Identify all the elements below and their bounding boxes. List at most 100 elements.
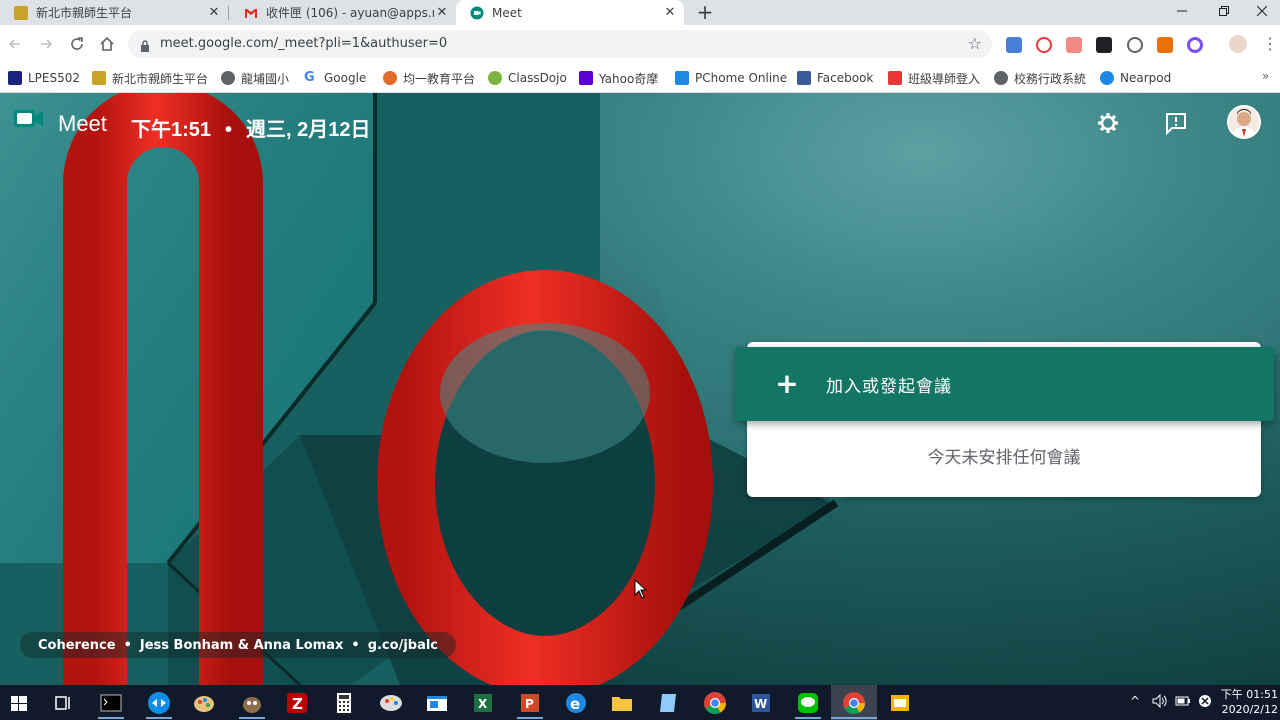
filezilla-icon[interactable]: Z	[284, 690, 310, 716]
terminal-icon[interactable]	[98, 690, 124, 716]
bookmark-label: LPES502	[28, 71, 81, 85]
bookmark-label: 校務行政系統	[1014, 71, 1087, 86]
folder-icon[interactable]	[609, 690, 635, 716]
account-avatar[interactable]	[1227, 105, 1261, 139]
close-tab-icon[interactable]: ✕	[206, 5, 222, 20]
feedback-icon[interactable]	[1162, 109, 1190, 137]
back-button[interactable]	[4, 33, 26, 55]
cast-extension-icon[interactable]	[1066, 37, 1082, 53]
powerpoint-icon[interactable]: P	[517, 690, 543, 716]
yahoo-icon	[579, 71, 593, 85]
translate-extension-icon[interactable]	[1006, 37, 1022, 53]
bookmark-lpes502[interactable]: LPES502	[8, 68, 80, 88]
google-icon: G	[304, 70, 315, 85]
bookmark-google[interactable]: G Google	[304, 68, 366, 88]
nearpod-icon	[1100, 71, 1114, 85]
bookmark-label: 新北市親師生平台	[112, 71, 209, 86]
slides-icon[interactable]	[887, 690, 913, 716]
calculator-icon[interactable]	[331, 690, 357, 716]
svg-text:Z: Z	[292, 695, 303, 713]
minimize-button[interactable]	[1162, 0, 1202, 25]
bookmark-star-icon[interactable]: ☆	[968, 34, 982, 53]
tab-title: 收件匣 (106) - ayuan@apps.ntp	[266, 6, 434, 20]
running-indicator	[795, 717, 821, 719]
loom-extension-icon[interactable]	[1187, 37, 1203, 53]
bookmark-class-teacher-login[interactable]: 班級導師登入	[888, 68, 980, 88]
volume-icon[interactable]	[1152, 693, 1168, 711]
profile-avatar-icon[interactable]	[1229, 35, 1247, 53]
junyi-icon	[383, 71, 397, 85]
join-button-label: 加入或發起會議	[826, 376, 952, 397]
chrome-icon[interactable]	[702, 690, 728, 716]
bookmark-label: 均一教育平台	[403, 71, 476, 86]
gmail-icon	[244, 6, 258, 20]
globe-icon	[994, 71, 1008, 85]
close-window-button[interactable]	[1242, 0, 1280, 25]
bookmark-junyi[interactable]: 均一教育平台	[383, 68, 475, 88]
bookmark-label: 龍埔國小	[241, 71, 290, 86]
palette-icon[interactable]	[378, 690, 404, 716]
excel-icon[interactable]: X	[470, 690, 496, 716]
settings-gear-icon[interactable]	[1094, 109, 1122, 137]
bookmark-label: Yahoo奇摩	[599, 71, 659, 86]
close-tab-icon[interactable]: ✕	[662, 5, 678, 20]
no-meetings-message: 今天未安排任何會議	[927, 448, 1081, 468]
close-tab-icon[interactable]: ✕	[434, 5, 450, 20]
bookmark-ntpc-platform[interactable]: 新北市親師生平台	[92, 68, 208, 88]
join-or-start-meeting-button[interactable]: + 加入或發起會議	[735, 347, 1274, 421]
gimp-icon[interactable]	[239, 690, 265, 716]
notion-extension-icon[interactable]	[1096, 37, 1112, 53]
separator-dot: •	[351, 637, 360, 653]
calendar-icon	[8, 71, 22, 85]
browser-tab-strip: 新北市親師生平台 ✕ 收件匣 (106) - ayuan@apps.ntp ✕ …	[0, 0, 1280, 25]
notepad-icon[interactable]	[656, 690, 682, 716]
tray-expand-chevron-icon[interactable]: ^	[1130, 694, 1140, 708]
globe-icon	[221, 71, 235, 85]
office-extension-icon[interactable]	[1157, 37, 1173, 53]
paint-icon[interactable]	[191, 690, 217, 716]
bookmark-facebook[interactable]: Facebook	[797, 68, 873, 88]
notification-status-icon[interactable]	[1198, 694, 1212, 711]
new-tab-button[interactable]: +	[694, 1, 716, 23]
svg-text:W: W	[754, 697, 767, 711]
meet-logo-icon	[14, 106, 44, 132]
task-view-icon[interactable]	[50, 690, 76, 716]
line-icon[interactable]	[795, 690, 821, 716]
bookmark-classdojo[interactable]: ClassDojo	[488, 68, 567, 88]
tab-meet[interactable]: Meet ✕	[456, 0, 684, 25]
bookmark-nearpod[interactable]: Nearpod	[1100, 68, 1171, 88]
header-datetime: 下午1:51 • 週三, 2月12日	[131, 113, 371, 142]
school-icon	[92, 71, 106, 85]
restore-button[interactable]	[1204, 0, 1244, 25]
battery-icon[interactable]	[1175, 694, 1191, 711]
meet-brand[interactable]: Meet	[58, 111, 107, 137]
reload-button[interactable]	[66, 33, 88, 55]
bookmark-longpu[interactable]: 龍埔國小	[221, 68, 289, 88]
tab-gmail[interactable]: 收件匣 (106) - ayuan@apps.ntp ✕	[230, 0, 456, 25]
tab-ntpc-platform[interactable]: 新北市親師生平台 ✕	[0, 0, 228, 25]
bookmark-pchome[interactable]: PChome Online	[675, 68, 787, 88]
window-icon[interactable]	[424, 690, 450, 716]
browser-toolbar: meet.google.com/_meet?pli=1&authuser=0 ☆…	[0, 25, 1280, 63]
chat-extension-icon[interactable]	[1127, 37, 1143, 53]
start-icon[interactable]	[6, 690, 32, 716]
bookmark-label: PChome Online	[695, 71, 788, 85]
word-icon[interactable]: W	[748, 690, 774, 716]
address-bar[interactable]: meet.google.com/_meet?pli=1&authuser=0 ☆	[128, 30, 992, 58]
teamviewer-icon[interactable]	[146, 690, 172, 716]
chrome-active-icon[interactable]	[831, 685, 877, 720]
credit-link[interactable]: g.co/jbalc	[368, 638, 438, 653]
bookmark-school-admin[interactable]: 校務行政系統	[994, 68, 1086, 88]
browser-menu-icon[interactable]: ⋮	[1262, 35, 1278, 53]
record-extension-icon[interactable]	[1036, 37, 1052, 53]
more-bookmarks-icon[interactable]: »	[1262, 69, 1269, 83]
bookmark-label: Nearpod	[1120, 71, 1172, 85]
system-clock[interactable]: 下午 01:51 2020/2/12	[1216, 687, 1278, 717]
edge-icon[interactable]: e	[563, 690, 589, 716]
home-button[interactable]	[96, 33, 118, 55]
forward-button[interactable]	[35, 33, 57, 55]
meet-icon	[470, 6, 484, 20]
lock-icon	[140, 37, 150, 52]
bookmark-yahoo[interactable]: Yahoo奇摩	[579, 68, 658, 88]
current-time: 下午1:51	[131, 119, 212, 141]
